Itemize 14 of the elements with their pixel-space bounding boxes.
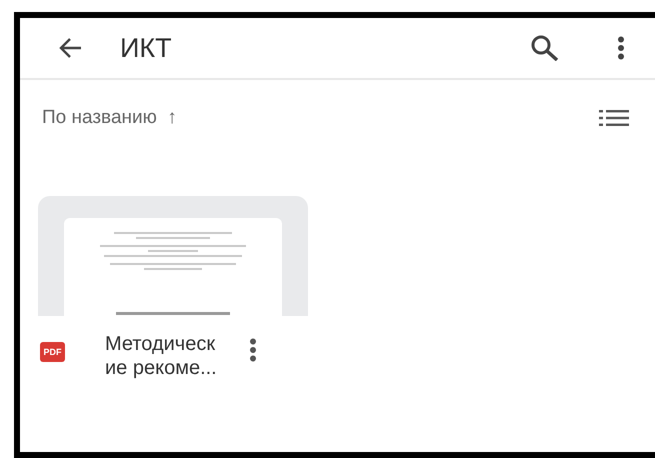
search-icon <box>531 35 559 61</box>
list-view-icon[interactable] <box>599 110 629 126</box>
folder-title: ИКТ <box>120 32 173 64</box>
back-button[interactable] <box>58 37 82 59</box>
file-name[interactable]: Методические рекоме... <box>105 332 223 380</box>
more-options-button[interactable] <box>617 36 625 60</box>
search-button[interactable] <box>531 35 559 61</box>
pdf-file-icon: PDF <box>40 342 65 362</box>
more-vertical-icon <box>249 338 257 362</box>
more-vertical-icon <box>617 36 625 60</box>
file-more-button[interactable] <box>249 338 257 362</box>
sort-by-name-button[interactable]: По названию ↑ <box>42 107 177 129</box>
back-arrow-icon <box>58 37 82 59</box>
document-thumbnail[interactable] <box>38 196 308 316</box>
